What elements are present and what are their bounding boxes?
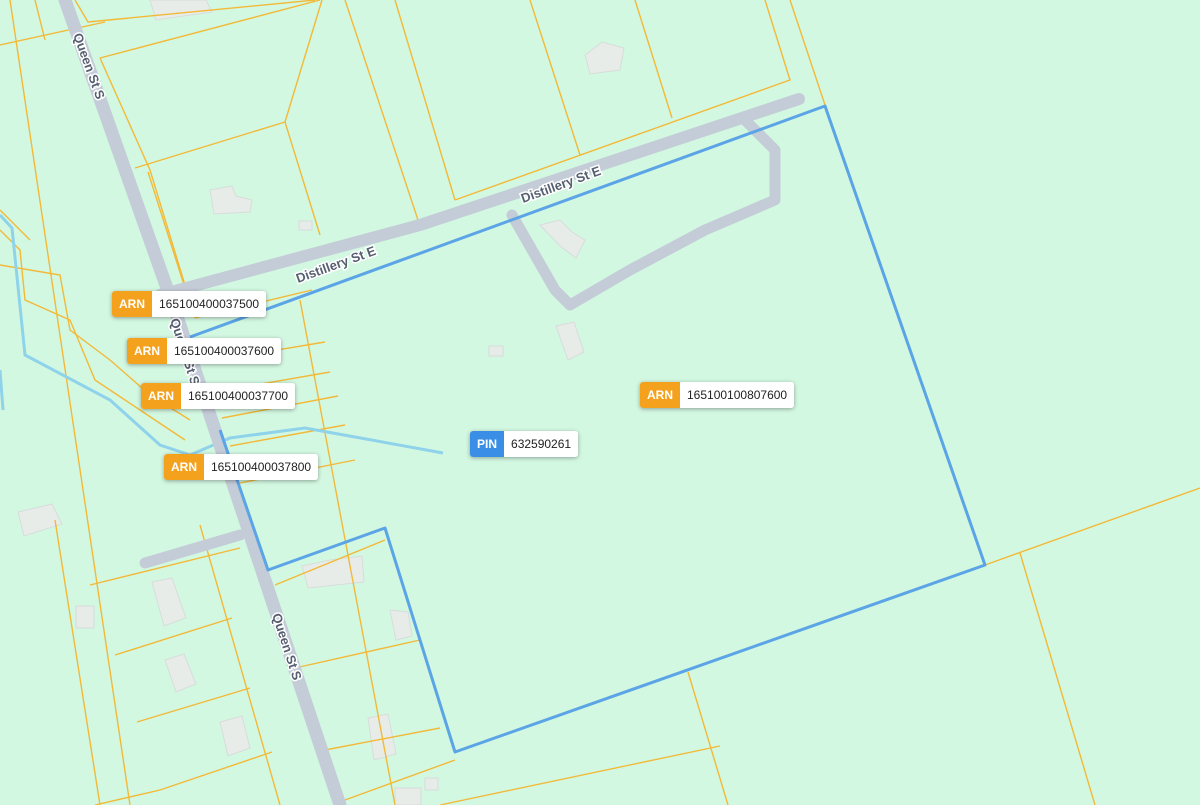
building — [394, 787, 422, 805]
arn-label[interactable]: ARN 165100100807600 — [640, 382, 795, 408]
arn-number: 165100400037700 — [181, 383, 296, 409]
arn-label[interactable]: ARN 165100400037800 — [164, 454, 319, 480]
pin-number: 632590261 — [504, 431, 579, 457]
arn-label[interactable]: ARN 165100400037700 — [141, 383, 296, 409]
building — [424, 777, 439, 791]
arn-number: 165100400037600 — [167, 338, 282, 364]
pin-badge: PIN — [470, 431, 505, 457]
arn-number: 165100400037800 — [204, 454, 319, 480]
arn-label[interactable]: ARN 165100400037600 — [127, 338, 282, 364]
pin-label[interactable]: PIN 632590261 — [470, 431, 579, 457]
building — [298, 220, 313, 231]
arn-number: 165100100807600 — [680, 382, 795, 408]
arn-badge: ARN — [112, 291, 152, 317]
arn-badge: ARN — [141, 383, 181, 409]
arn-badge: ARN — [640, 382, 680, 408]
arn-number: 165100400037500 — [152, 291, 267, 317]
building — [75, 605, 95, 629]
building — [488, 345, 504, 357]
arn-badge: ARN — [164, 454, 204, 480]
arn-label[interactable]: ARN 165100400037500 — [112, 291, 267, 317]
arn-badge: ARN — [127, 338, 167, 364]
parcel-map[interactable]: Queen St S Queen St S Queen St S Distill… — [0, 0, 1200, 805]
